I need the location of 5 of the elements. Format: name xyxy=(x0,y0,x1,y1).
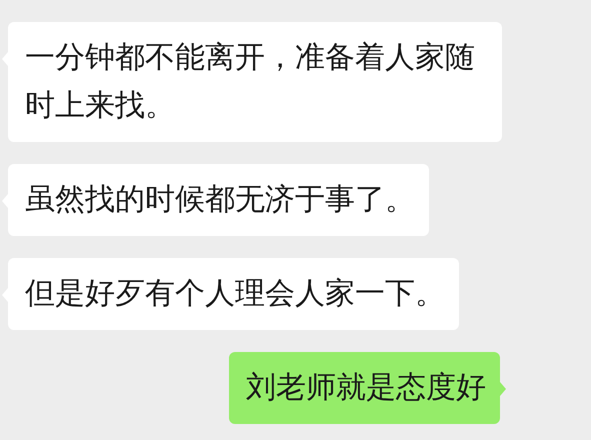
message-bubble: 一分钟都不能离开，准备着人家随时上来找。 xyxy=(8,22,502,142)
message-bubble: 虽然找的时候都无济于事了。 xyxy=(8,164,429,236)
bubble-tail-icon xyxy=(500,382,506,396)
message-bubble: 刘老师就是态度好 xyxy=(229,352,500,424)
message-bubble: 但是好歹有个人理会人家一下。 xyxy=(8,258,459,330)
